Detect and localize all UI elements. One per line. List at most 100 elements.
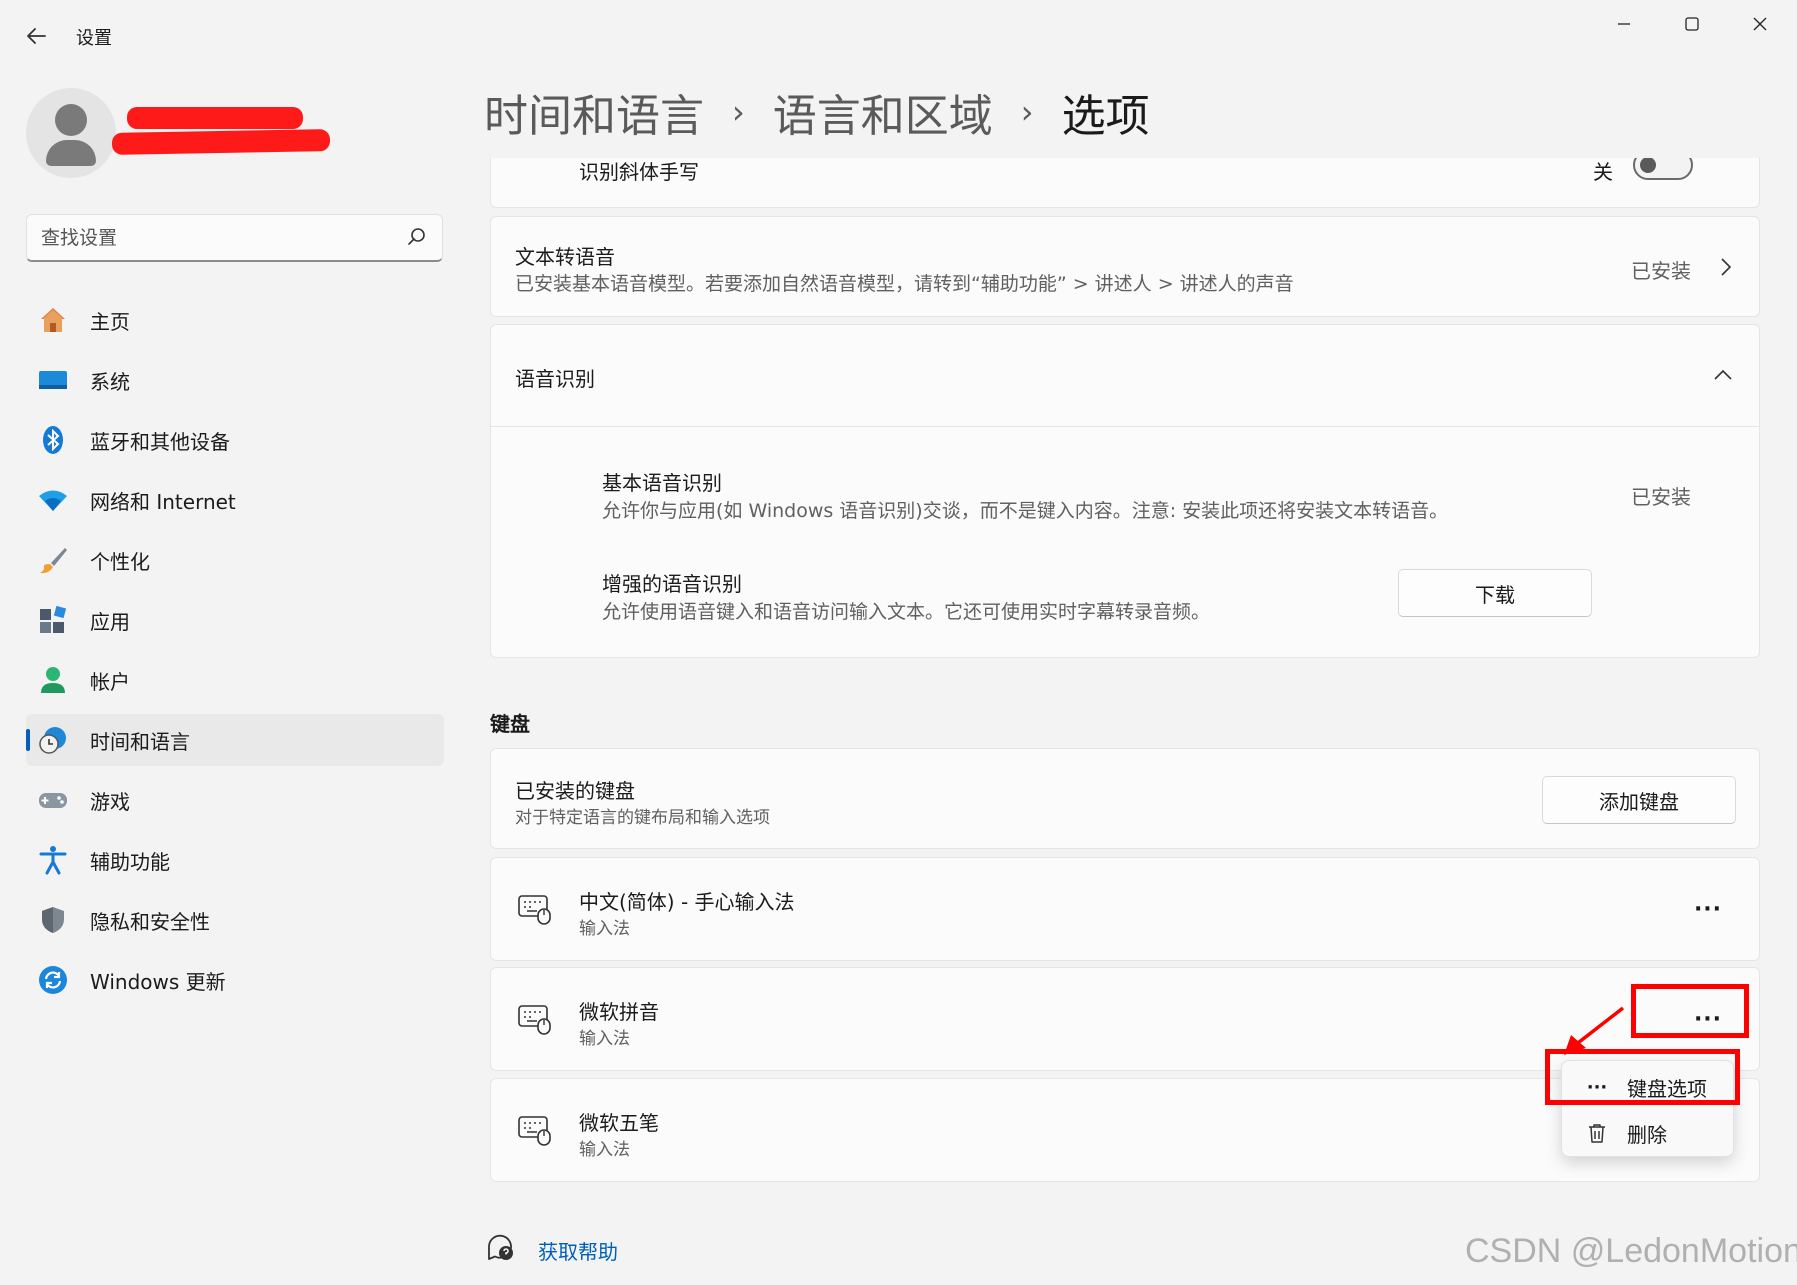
keyboard-icon: [518, 1116, 551, 1146]
chevron-right-icon: ›: [1020, 93, 1034, 131]
toggle-state-label: 关: [1593, 160, 1613, 184]
tts-status: 已安装: [1631, 259, 1691, 283]
keyboard-type: 输入法: [579, 1029, 630, 1049]
speech-recognition-title: 语音识别: [515, 367, 595, 391]
breadcrumb: 时间和语言 › 语言和区域 › 选项: [484, 80, 1150, 144]
account-icon: [38, 665, 68, 695]
get-help-link[interactable]: 获取帮助: [538, 1236, 618, 1265]
chevron-right-icon: ›: [732, 93, 745, 131]
sidebar-item-label: 个性化: [90, 549, 150, 574]
minimize-button[interactable]: [1590, 0, 1658, 48]
sidebar-item-network[interactable]: 网络和 Internet: [26, 474, 444, 526]
gamepad-icon: [38, 785, 68, 815]
trash-icon: [1584, 1120, 1610, 1146]
sidebar-item-gaming[interactable]: 游戏: [26, 774, 444, 826]
keyboard-icon: [518, 895, 551, 925]
sidebar-item-label: 网络和 Internet: [90, 489, 236, 514]
italic-handwriting-card: 识别斜体手写 关: [490, 158, 1760, 208]
update-icon: [38, 965, 68, 995]
toggle-knob: [1640, 158, 1656, 173]
redaction-mark: [127, 107, 303, 129]
sidebar-item-label: 游戏: [90, 789, 130, 814]
sidebar-item-home[interactable]: 主页: [26, 294, 444, 346]
sidebar-item-label: 主页: [90, 309, 130, 334]
add-keyboard-button[interactable]: 添加键盘: [1542, 776, 1736, 824]
sidebar-item-privacy[interactable]: 隐私和安全性: [26, 894, 444, 946]
title-bar: 设置: [0, 0, 1797, 66]
bluetooth-icon: [38, 425, 68, 455]
sidebar-item-label: 帐户: [90, 669, 130, 694]
home-icon: [38, 305, 68, 335]
keyboard-more-button[interactable]: ···: [1686, 893, 1730, 925]
breadcrumb-time-language[interactable]: 时间和语言: [484, 80, 704, 144]
keyboard-name: 中文(简体) - 手心输入法: [579, 890, 795, 914]
sidebar-item-system[interactable]: 系统: [26, 354, 444, 406]
maximize-button[interactable]: [1658, 0, 1726, 48]
watermark: CSDN @LedonMotion: [1465, 1232, 1797, 1270]
brush-icon: [38, 545, 68, 575]
keyboard-icon: [518, 1005, 551, 1035]
sidebar-item-label: Windows 更新: [90, 969, 226, 994]
chevron-right-icon: [1721, 258, 1732, 276]
keyboard-name: 微软拼音: [579, 1000, 659, 1024]
time-language-icon: [38, 725, 68, 755]
installed-keyboards-card: 已安装的键盘 对于特定语言的键布局和输入选项 添加键盘: [490, 748, 1760, 849]
search-input[interactable]: [41, 225, 401, 251]
maximize-icon: [1685, 17, 1699, 31]
avatar-head-icon: [55, 104, 87, 136]
keyboard-type: 输入法: [579, 919, 630, 939]
installed-keyboards-title: 已安装的键盘: [515, 779, 635, 803]
menu-item-label: 删除: [1627, 1122, 1667, 1147]
chevron-up-icon[interactable]: [1713, 367, 1733, 381]
sidebar-item-accounts[interactable]: 帐户: [26, 654, 444, 706]
help-icon: [488, 1234, 513, 1260]
italic-handwriting-toggle[interactable]: [1633, 158, 1693, 180]
sidebar-item-apps[interactable]: 应用: [26, 594, 444, 646]
sidebar-nav: 主页 系统 蓝牙和其他设备 网络和 Internet 个性化 应用 帐户 时间和…: [26, 294, 444, 1014]
sidebar-item-label: 应用: [90, 609, 130, 634]
enhanced-speech-title: 增强的语音识别: [602, 572, 742, 596]
menu-item-remove[interactable]: 删除: [1562, 1111, 1735, 1155]
keyboard-item-card: 中文(简体) - 手心输入法 输入法 ···: [490, 857, 1760, 961]
sidebar-item-windows-update[interactable]: Windows 更新: [26, 954, 444, 1006]
arrow-left-icon: [27, 28, 46, 44]
sidebar-item-label: 时间和语言: [90, 729, 190, 754]
search-icon[interactable]: [406, 226, 428, 248]
basic-speech-description: 允许你与应用(如 Windows 语音识别)交谈，而不是键入内容。注意: 安装此…: [602, 500, 1449, 522]
keyboard-section-header: 键盘: [490, 712, 530, 736]
sidebar-item-label: 蓝牙和其他设备: [90, 429, 230, 454]
keyboard-name: 微软五笔: [579, 1111, 659, 1135]
apps-icon: [38, 605, 68, 635]
sidebar-item-accessibility[interactable]: 辅助功能: [26, 834, 444, 886]
wifi-icon: [38, 485, 68, 515]
system-icon: [38, 365, 68, 395]
accessibility-icon: [38, 845, 68, 875]
speech-recognition-header[interactable]: 语音识别: [491, 325, 1759, 427]
keyboard-type: 输入法: [579, 1140, 630, 1160]
avatar-body-icon: [46, 140, 96, 166]
sidebar-item-bluetooth[interactable]: 蓝牙和其他设备: [26, 414, 444, 466]
redaction-mark: [111, 129, 331, 155]
tts-description: 已安装基本语音模型。若要添加自然语音模型，请转到“辅助功能” > 讲述人 > 讲…: [515, 273, 1294, 295]
close-button[interactable]: [1726, 0, 1794, 48]
annotation-highlight-box: [1631, 984, 1749, 1038]
avatar[interactable]: [26, 88, 116, 178]
download-button[interactable]: 下载: [1398, 569, 1592, 617]
annotation-arrow-icon: [1564, 1006, 1625, 1055]
sidebar-item-label: 隐私和安全性: [90, 909, 210, 934]
app-title: 设置: [76, 28, 112, 49]
sidebar-item-personalization[interactable]: 个性化: [26, 534, 444, 586]
minimize-icon: [1618, 23, 1630, 25]
enhanced-speech-description: 允许使用语音键入和语音访问输入文本。它还可使用实时字幕转录音频。: [602, 601, 1211, 623]
text-to-speech-card[interactable]: 文本转语音 已安装基本语音模型。若要添加自然语音模型，请转到“辅助功能” > 讲…: [490, 216, 1760, 317]
tts-title: 文本转语音: [515, 245, 615, 269]
breadcrumb-language-region[interactable]: 语言和区域: [773, 80, 993, 144]
installed-keyboards-description: 对于特定语言的键布局和输入选项: [515, 808, 770, 828]
search-box[interactable]: [26, 214, 443, 262]
italic-handwriting-title: 识别斜体手写: [579, 160, 699, 184]
page-title: 选项: [1061, 91, 1150, 142]
back-button[interactable]: [18, 18, 54, 54]
sidebar-item-time-language[interactable]: 时间和语言: [26, 714, 444, 766]
basic-speech-title: 基本语音识别: [602, 471, 722, 495]
basic-speech-status: 已安装: [1631, 485, 1691, 509]
